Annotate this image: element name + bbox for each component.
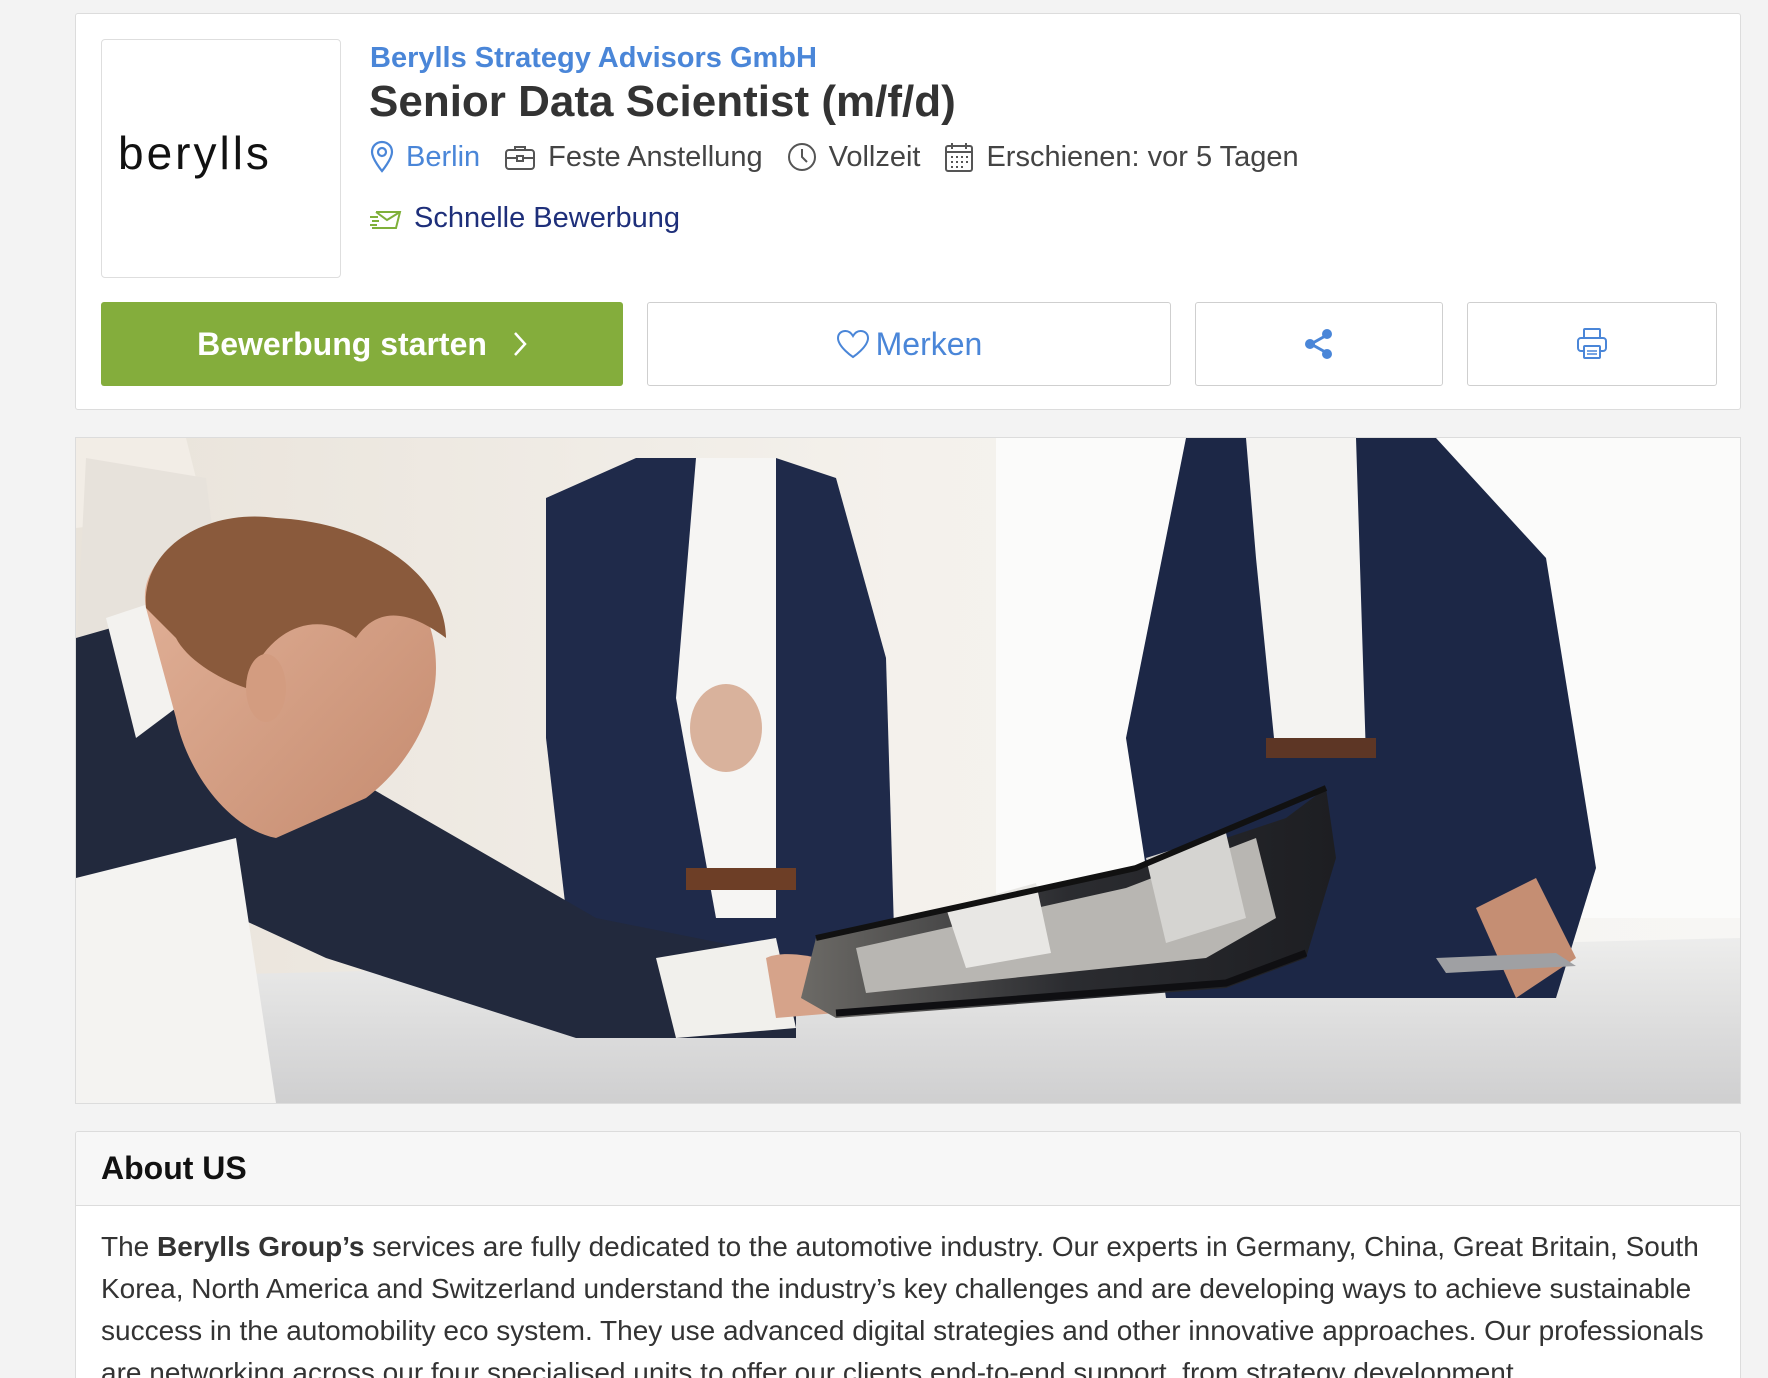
company-name-link[interactable]: Berylls Strategy Advisors GmbH bbox=[370, 42, 817, 75]
job-detail-page: berylls Berylls Strategy Advisors GmbH S… bbox=[0, 0, 1768, 1378]
job-work-time-text: Vollzeit bbox=[828, 140, 921, 173]
about-text-prefix: The bbox=[101, 1231, 158, 1262]
quick-apply-text: Schnelle Bewerbung bbox=[414, 202, 681, 234]
print-button[interactable] bbox=[1467, 302, 1717, 386]
chevron-right-icon bbox=[513, 331, 527, 357]
about-section-body: The Berylls Group’s services are fully d… bbox=[76, 1206, 1740, 1378]
about-section-title: About US bbox=[101, 1150, 247, 1186]
hero-photo bbox=[76, 438, 1740, 1103]
share-icon bbox=[1305, 329, 1332, 359]
apply-button-label: Bewerbung starten bbox=[197, 325, 487, 362]
job-location[interactable]: Berlin bbox=[370, 140, 480, 174]
job-title: Senior Data Scientist (m/f/d) bbox=[369, 77, 956, 126]
company-logo[interactable]: berylls bbox=[101, 39, 341, 278]
hero-image-card bbox=[75, 437, 1741, 1104]
calendar-icon bbox=[945, 143, 974, 172]
quick-apply-badge: Schnelle Bewerbung bbox=[370, 202, 680, 235]
about-section: About US The Berylls Group’s services ar… bbox=[75, 1131, 1741, 1378]
printer-icon bbox=[1577, 328, 1607, 359]
job-employment-type: Feste Anstellung bbox=[504, 140, 763, 174]
job-location-text: Berlin bbox=[406, 140, 481, 173]
job-meta-row: Berlin Feste Anstellung Vollzeit Erschie… bbox=[370, 135, 1323, 179]
clock-icon bbox=[787, 143, 816, 171]
share-button[interactable] bbox=[1195, 302, 1443, 386]
job-employment-type-text: Feste Anstellung bbox=[548, 140, 763, 173]
berylls-logo-image: berylls bbox=[118, 127, 272, 179]
logo-wordmark: berylls bbox=[118, 127, 272, 179]
heart-icon bbox=[836, 329, 869, 359]
about-section-header: About US bbox=[76, 1132, 1740, 1206]
job-work-time: Vollzeit bbox=[787, 140, 921, 174]
save-job-label: Merken bbox=[875, 325, 983, 362]
briefcase-icon bbox=[505, 146, 536, 170]
job-header-card: berylls Berylls Strategy Advisors GmbH S… bbox=[75, 13, 1741, 410]
map-pin-icon bbox=[370, 140, 394, 173]
job-published-date: Erschienen: vor 5 Tagen bbox=[944, 140, 1299, 174]
apply-button[interactable]: Bewerbung starten bbox=[101, 302, 623, 386]
fast-mail-icon bbox=[370, 210, 402, 229]
job-published-date-text: Erschienen: vor 5 Tagen bbox=[986, 140, 1299, 173]
save-job-button[interactable]: Merken bbox=[647, 302, 1171, 386]
about-text-bold: Berylls Group’s bbox=[157, 1231, 365, 1262]
